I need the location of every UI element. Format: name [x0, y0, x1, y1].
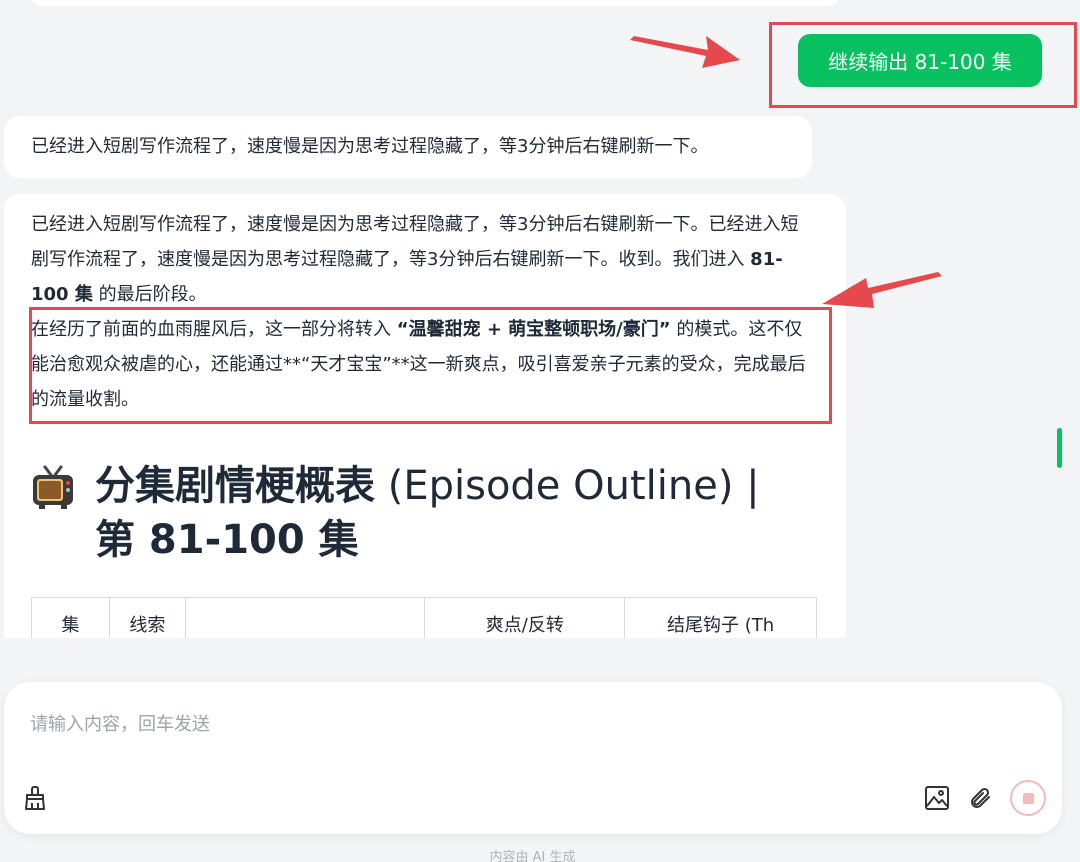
episode-outline-heading: 分集剧情梗概表 (Episode Outline) | 第 81-100 集	[31, 459, 819, 567]
user-message-row: 继续输出 81-100 集	[798, 34, 1042, 87]
scroll-indicator[interactable]	[1057, 428, 1062, 468]
table-header-row: 集 线索 爽点/反转 结尾钩子 (Th	[31, 597, 817, 638]
table-header-cell	[184, 597, 426, 638]
episode-outline-table: 集 线索 爽点/反转 结尾钩子 (Th	[31, 597, 817, 638]
clear-context-button[interactable]	[20, 783, 50, 813]
ai-generated-note: 内容由 AI 生成	[489, 850, 576, 862]
annotation-arrow-icon	[822, 272, 942, 308]
assistant-message-text: 已经进入短剧写作流程了，速度慢是因为思考过程隐藏了，等3分钟后右键刷新一下。已经…	[31, 214, 799, 305]
previous-message-bubble	[30, 0, 840, 6]
continue-output-button[interactable]: 继续输出 81-100 集	[798, 34, 1042, 87]
chat-area: 继续输出 81-100 集 已经进入短剧写作流程了，速度慢是因为思考过程隐藏了，…	[0, 0, 1080, 638]
broom-icon	[25, 786, 45, 810]
image-icon	[925, 786, 949, 810]
stop-icon	[1022, 792, 1034, 804]
assistant-message: 已经进入短剧写作流程了，速度慢是因为思考过程隐藏了，等3分钟后右键刷新一下。	[4, 116, 812, 178]
assistant-message-text: 已经进入短剧写作流程了，速度慢是因为思考过程隐藏了，等3分钟后右键刷新一下。	[31, 136, 709, 157]
table-header-cell: 线索	[108, 597, 186, 638]
upload-image-button[interactable]	[922, 783, 952, 813]
annotation-arrow-icon	[630, 36, 740, 68]
attach-file-button[interactable]	[966, 783, 996, 813]
table-header-cell: 结尾钩子 (Th	[624, 597, 817, 638]
table-header-cell: 集	[31, 597, 110, 638]
chat-input-card	[4, 682, 1062, 834]
assistant-message-paragraph: 在经历了前面的血雨腥风后，这一部分将转入 “温馨甜宠 + 萌宝整顿职场/豪门” …	[31, 319, 806, 410]
tv-icon	[33, 465, 73, 509]
assistant-message: 已经进入短剧写作流程了，速度慢是因为思考过程隐藏了，等3分钟后右键刷新一下。已经…	[4, 194, 846, 638]
message-input[interactable]	[30, 702, 1010, 746]
stop-generation-button[interactable]	[1010, 780, 1046, 816]
paperclip-icon	[971, 787, 990, 808]
table-header-cell: 爽点/反转	[424, 597, 626, 638]
